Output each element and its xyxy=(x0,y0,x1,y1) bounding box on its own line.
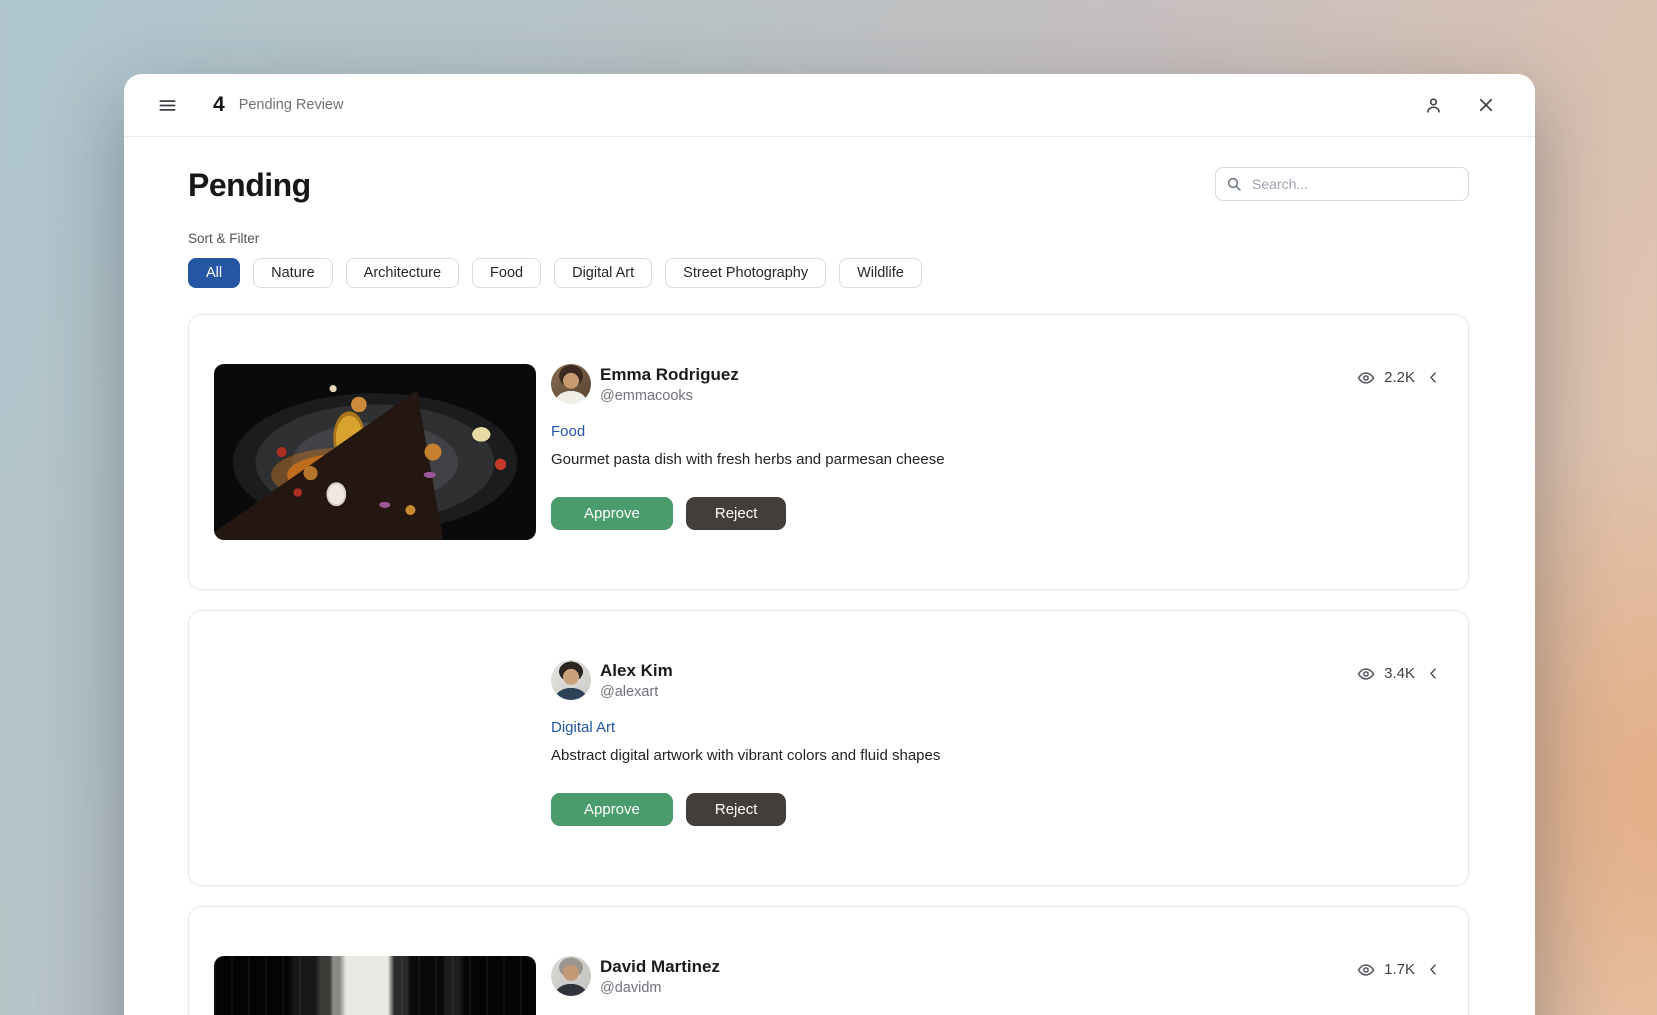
submission-photo-digital-art xyxy=(214,660,536,836)
reject-button[interactable]: Reject xyxy=(686,497,787,530)
submission-card: Emma Rodriguez @emmacooks 2.2K Food Gour xyxy=(188,314,1469,590)
author-name: Alex Kim xyxy=(600,660,673,681)
filter-chip-architecture[interactable]: Architecture xyxy=(346,258,459,288)
top-bar: 4 Pending Review xyxy=(124,74,1535,137)
author-handle: @davidm xyxy=(600,980,720,996)
avatar xyxy=(551,956,591,996)
eye-icon xyxy=(1357,665,1375,683)
chevron-left-icon xyxy=(1426,666,1441,681)
approve-button[interactable]: Approve xyxy=(551,793,673,826)
submission-photo-food xyxy=(214,364,536,540)
close-button[interactable] xyxy=(1471,90,1501,120)
collapse-button[interactable] xyxy=(1424,368,1443,387)
close-icon xyxy=(1477,96,1495,114)
submission-description: Abstract digital artwork with vibrant co… xyxy=(551,747,1443,764)
filter-chip-all[interactable]: All xyxy=(188,258,240,288)
submission-card: David Martinez @davidm 1.7K Street Photo… xyxy=(188,906,1469,1015)
filter-chips: All Nature Architecture Food Digital Art… xyxy=(188,258,1469,288)
view-count: 3.4K xyxy=(1384,665,1415,682)
submission-card: Alex Kim @alexart 3.4K Digital Art Abstr xyxy=(188,610,1469,886)
pending-count: 4 xyxy=(213,93,225,117)
submission-info: Emma Rodriguez @emmacooks 2.2K Food Gour xyxy=(551,364,1443,530)
chevron-left-icon xyxy=(1426,962,1441,977)
search-box xyxy=(1215,167,1469,201)
view-stats: 2.2K xyxy=(1357,368,1443,387)
submission-info: Alex Kim @alexart 3.4K Digital Art Abstr xyxy=(551,660,1443,826)
eye-icon xyxy=(1357,961,1375,979)
header-row: Pending xyxy=(188,167,1469,204)
review-actions: Approve Reject xyxy=(551,497,1443,530)
view-stats: 3.4K xyxy=(1357,664,1443,683)
profile-button[interactable] xyxy=(1418,90,1449,121)
window-title: Pending Review xyxy=(239,97,344,113)
sort-filter-label: Sort & Filter xyxy=(188,231,1469,246)
submission-photo-street xyxy=(214,956,536,1015)
view-stats: 1.7K xyxy=(1357,960,1443,979)
hamburger-icon xyxy=(158,96,177,115)
collapse-button[interactable] xyxy=(1424,960,1443,979)
author-handle: @alexart xyxy=(600,684,673,700)
search-icon xyxy=(1226,176,1242,192)
chevron-left-icon xyxy=(1426,370,1441,385)
approve-button[interactable]: Approve xyxy=(551,497,673,530)
filter-chip-digital-art[interactable]: Digital Art xyxy=(554,258,652,288)
category-link[interactable]: Digital Art xyxy=(551,719,615,736)
filter-chip-food[interactable]: Food xyxy=(472,258,541,288)
filter-chip-nature[interactable]: Nature xyxy=(253,258,333,288)
app-window: 4 Pending Review Pending Sort & Filter A… xyxy=(124,74,1535,1015)
top-bar-actions xyxy=(1418,90,1501,121)
user-icon xyxy=(1424,96,1443,115)
avatar xyxy=(551,364,591,404)
main-content: Pending Sort & Filter All Nature Archite… xyxy=(124,137,1535,1015)
menu-button[interactable] xyxy=(152,90,183,121)
filter-chip-street-photography[interactable]: Street Photography xyxy=(665,258,826,288)
collapse-button[interactable] xyxy=(1424,664,1443,683)
view-count: 1.7K xyxy=(1384,961,1415,978)
submission-info: David Martinez @davidm 1.7K Street Photo… xyxy=(551,956,1443,1015)
page-title: Pending xyxy=(188,167,311,204)
search-input[interactable] xyxy=(1215,167,1469,201)
view-count: 2.2K xyxy=(1384,369,1415,386)
author-name: David Martinez xyxy=(600,956,720,977)
category-link[interactable]: Food xyxy=(551,423,585,440)
pending-card-list: Emma Rodriguez @emmacooks 2.2K Food Gour xyxy=(188,314,1469,1015)
author-handle: @emmacooks xyxy=(600,388,739,404)
review-actions: Approve Reject xyxy=(551,793,1443,826)
eye-icon xyxy=(1357,369,1375,387)
author-name: Emma Rodriguez xyxy=(600,364,739,385)
reject-button[interactable]: Reject xyxy=(686,793,787,826)
filter-chip-wildlife[interactable]: Wildlife xyxy=(839,258,922,288)
submission-description: Gourmet pasta dish with fresh herbs and … xyxy=(551,451,1443,468)
avatar xyxy=(551,660,591,700)
